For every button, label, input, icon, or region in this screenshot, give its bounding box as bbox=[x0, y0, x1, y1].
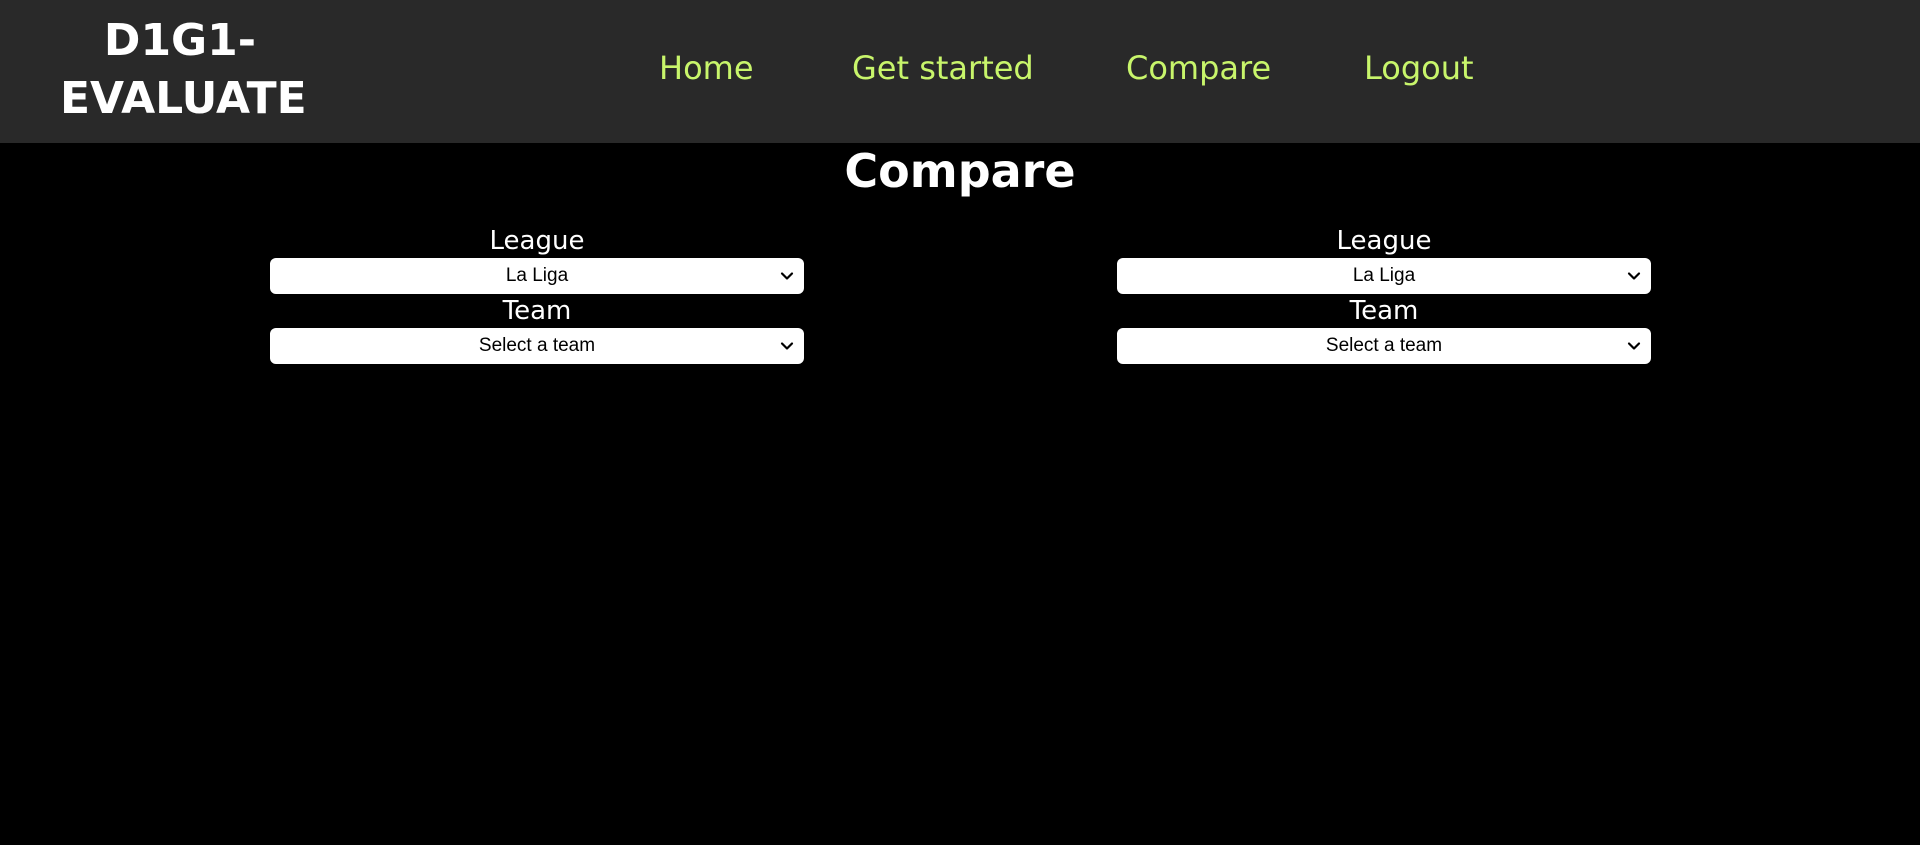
chevron-down-icon bbox=[780, 272, 794, 280]
site-logo[interactable]: D1G1- EVALUATE bbox=[60, 12, 307, 128]
logo-line-2: EVALUATE bbox=[60, 73, 307, 124]
team-label-left: Team bbox=[502, 296, 572, 326]
league-select-right[interactable]: La Liga bbox=[1117, 258, 1651, 294]
team-select-left-value: Select a team bbox=[478, 335, 596, 356]
compare-column-left: League La Liga Team Select a team bbox=[270, 224, 804, 364]
team-select-left[interactable]: Select a team bbox=[270, 328, 804, 364]
nav-link-home[interactable]: Home bbox=[659, 48, 754, 88]
page-title: Compare bbox=[844, 144, 1076, 198]
league-select-left-value: La Liga bbox=[505, 265, 569, 286]
league-label-left: League bbox=[489, 226, 585, 256]
league-select-right-value: La Liga bbox=[1352, 265, 1416, 286]
compare-column-right: League La Liga Team Select a team bbox=[1117, 224, 1651, 364]
logo-line-1: D1G1- bbox=[103, 15, 257, 66]
nav-link-logout[interactable]: Logout bbox=[1364, 48, 1474, 88]
nav-link-compare[interactable]: Compare bbox=[1126, 48, 1271, 88]
chevron-down-icon bbox=[1627, 342, 1641, 350]
league-label-right: League bbox=[1336, 226, 1432, 256]
chevron-down-icon bbox=[780, 342, 794, 350]
league-select-left[interactable]: La Liga bbox=[270, 258, 804, 294]
navbar: D1G1- EVALUATE Home Get started Compare … bbox=[0, 0, 1920, 143]
chevron-down-icon bbox=[1627, 272, 1641, 280]
team-select-right[interactable]: Select a team bbox=[1117, 328, 1651, 364]
team-select-right-value: Select a team bbox=[1325, 335, 1443, 356]
nav-link-get-started[interactable]: Get started bbox=[852, 48, 1034, 88]
team-label-right: Team bbox=[1349, 296, 1419, 326]
